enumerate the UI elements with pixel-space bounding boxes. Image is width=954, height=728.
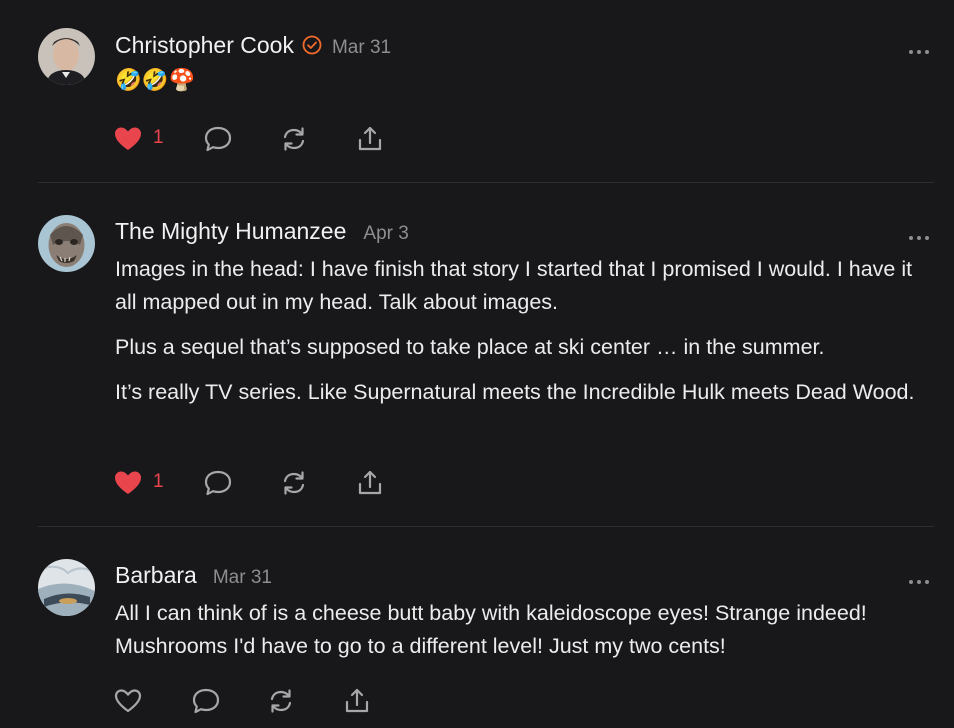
comment-body: 🤣🤣🍄 <box>115 64 935 109</box>
like-count: 1 <box>153 471 164 492</box>
comment-paragraph: Images in the head: I have finish that s… <box>115 257 913 314</box>
like-button[interactable]: 1 <box>113 122 173 156</box>
comment-date[interactable]: Apr 3 <box>363 223 408 244</box>
reply-button[interactable] <box>191 684 223 718</box>
author-line: Barbara Mar 31 <box>115 562 272 589</box>
comment-divider <box>38 526 934 527</box>
refresh-icon <box>283 127 305 151</box>
author-name[interactable]: Christopher Cook <box>115 32 294 58</box>
heart-icon <box>114 689 142 713</box>
author-line: Christopher Cook Mar 31 <box>115 32 391 61</box>
author-name[interactable]: Barbara <box>115 562 197 588</box>
refresh-icon <box>270 689 292 713</box>
share-button[interactable] <box>355 466 387 500</box>
speech-bubble-icon <box>192 688 220 714</box>
restack-button[interactable] <box>279 466 311 500</box>
share-upload-icon <box>358 470 382 495</box>
comment-paragraph: It’s really TV series. Like Supernatural… <box>115 380 915 404</box>
comment-date[interactable]: Mar 31 <box>332 37 391 58</box>
comment-divider <box>38 182 934 183</box>
avatar[interactable] <box>38 28 95 85</box>
share-button[interactable] <box>355 122 387 156</box>
comment-paragraph: 🤣🤣🍄 <box>115 68 196 92</box>
comment-body: Images in the head: I have finish that s… <box>115 253 935 421</box>
author-line: The Mighty Humanzee Apr 3 <box>115 218 409 245</box>
more-options-icon[interactable] <box>908 572 930 584</box>
comment-body: All I can think of is a cheese butt baby… <box>115 597 935 675</box>
author-name[interactable]: The Mighty Humanzee <box>115 218 346 244</box>
verified-badge-icon <box>302 34 322 61</box>
restack-button[interactable] <box>266 684 298 718</box>
share-upload-icon <box>358 126 382 151</box>
speech-bubble-icon <box>204 470 232 496</box>
refresh-icon <box>283 471 305 495</box>
share-upload-icon <box>345 688 369 713</box>
avatar[interactable] <box>38 559 95 616</box>
like-count: 1 <box>153 127 164 148</box>
comment-date[interactable]: Mar 31 <box>213 567 272 588</box>
share-button[interactable] <box>342 684 374 718</box>
speech-bubble-icon <box>204 126 232 152</box>
more-options-icon[interactable] <box>908 42 930 54</box>
comment-paragraph: All I can think of is a cheese butt baby… <box>115 601 867 658</box>
more-options-icon[interactable] <box>908 228 930 240</box>
comment-paragraph: Plus a sequel that’s supposed to take pl… <box>115 335 825 359</box>
reply-button[interactable] <box>203 466 235 500</box>
avatar[interactable] <box>38 215 95 272</box>
like-button[interactable] <box>113 684 145 718</box>
restack-button[interactable] <box>279 122 311 156</box>
reply-button[interactable] <box>203 122 235 156</box>
like-button[interactable]: 1 <box>113 466 173 500</box>
